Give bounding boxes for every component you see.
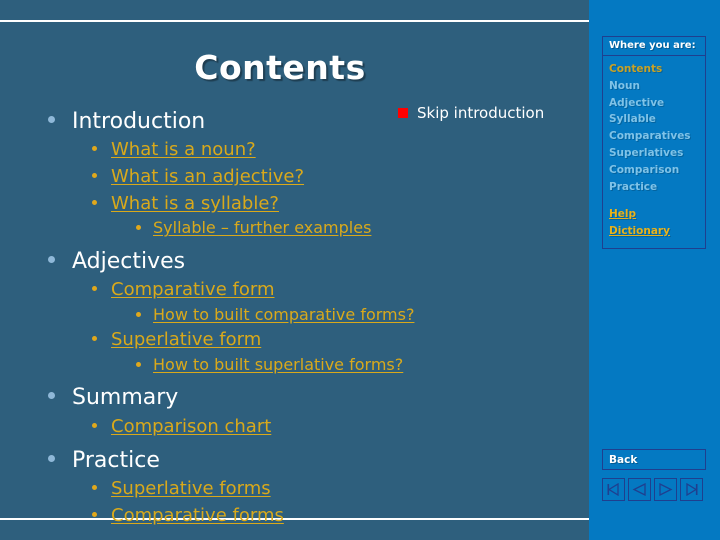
sidebar-link-help[interactable]: Help [609, 206, 699, 223]
outline-label: How to built comparative forms? [153, 304, 415, 324]
back-button[interactable]: Back [602, 449, 706, 470]
outline-link[interactable]: Superlative forms [92, 479, 548, 500]
outline-link[interactable]: Comparison chart [92, 415, 548, 438]
sidebar-item-contents[interactable]: Contents [609, 61, 699, 78]
slide-content-area: Contents Skip introduction Introduction W… [0, 22, 589, 526]
where-you-are-box: Where you are: Contents Noun Adjective Syll… [602, 36, 706, 249]
sidebar-item-adjective[interactable]: Adjective [609, 95, 699, 112]
bullet-icon [92, 336, 97, 342]
page-title: Contents [194, 48, 366, 87]
sidebar-item-practice[interactable]: Practice [609, 179, 699, 196]
outline-link[interactable]: Superlative form [92, 329, 548, 351]
page-navigation-controls [602, 478, 703, 501]
outline-label: Comparison chart [111, 415, 272, 437]
outline-link[interactable]: Comparative forms [92, 505, 548, 527]
bullet-icon [136, 225, 141, 231]
bullet-icon [92, 146, 97, 152]
navigation-panel: Where you are: Contents Noun Adjective Syll… [589, 0, 720, 540]
outline-link[interactable]: What is a syllable? [92, 192, 548, 215]
next-page-button[interactable] [654, 478, 677, 501]
sidebar-link-dictionary[interactable]: Dictionary [609, 223, 699, 240]
bullet-icon [92, 286, 97, 292]
outline-link[interactable]: Comparative form [92, 279, 548, 301]
where-you-are-header: Where you are: [603, 37, 705, 56]
outline-label: Syllable – further examples [153, 218, 372, 238]
outline-label: Practice [72, 448, 160, 474]
outline-label: What is an adjective? [111, 165, 305, 187]
sidebar-item-syllable[interactable]: Syllable [609, 111, 699, 128]
next-page-icon [658, 483, 673, 496]
outline-link[interactable]: How to built comparative forms? [136, 304, 548, 324]
outline-link[interactable]: Syllable – further examples [136, 218, 548, 238]
bullet-icon [92, 512, 97, 518]
outline-label: Superlative forms [111, 478, 271, 500]
outline-label: Introduction [72, 109, 206, 134]
outline-label: What is a syllable? [111, 192, 279, 214]
first-page-icon [606, 483, 621, 496]
sidebar-item-comparison[interactable]: Comparison [609, 162, 699, 179]
sidebar-item-superlatives[interactable]: Superlatives [609, 145, 699, 162]
bullet-icon [48, 455, 55, 463]
outline-label: Comparative forms [111, 505, 284, 527]
outline-heading: Summary [48, 385, 548, 410]
outline-link[interactable]: How to built superlative forms? [136, 354, 548, 374]
bullet-icon [92, 485, 97, 491]
outline-heading: Introduction [48, 109, 548, 134]
bullet-icon [48, 392, 55, 400]
last-page-button[interactable] [680, 478, 703, 501]
bullet-icon [136, 311, 141, 317]
sidebar-item-noun[interactable]: Noun [609, 78, 699, 95]
bullet-icon [136, 361, 141, 367]
bullet-icon [92, 172, 97, 178]
previous-page-icon [632, 483, 647, 496]
outline-label: What is a noun? [111, 139, 256, 161]
outline-label: How to built superlative forms? [153, 354, 404, 374]
outline-link[interactable]: What is a noun? [92, 140, 548, 161]
outline-label: Summary [72, 385, 179, 411]
outline-label: Comparative form [111, 279, 275, 301]
bullet-icon [48, 255, 55, 263]
contents-outline: Introduction What is a noun? What is an ad… [48, 98, 548, 527]
last-page-icon [684, 483, 699, 496]
slide-canvas: Contents Skip introduction Introduction W… [0, 0, 720, 540]
previous-page-button[interactable] [628, 478, 651, 501]
bullet-icon [92, 199, 97, 205]
outline-label: Superlative form [111, 329, 262, 351]
outline-link[interactable]: What is an adjective? [92, 165, 548, 188]
first-page-button[interactable] [602, 478, 625, 501]
back-button-label: Back [609, 453, 638, 466]
bullet-icon [92, 422, 97, 428]
outline-label: Adjectives [72, 248, 186, 274]
outline-heading: Practice [48, 448, 548, 473]
where-you-are-list: Contents Noun Adjective Syllable Comparative… [603, 56, 705, 248]
outline-heading: Adjectives [48, 249, 548, 274]
bullet-icon [48, 116, 55, 123]
sidebar-item-comparatives[interactable]: Comparatives [609, 128, 699, 145]
